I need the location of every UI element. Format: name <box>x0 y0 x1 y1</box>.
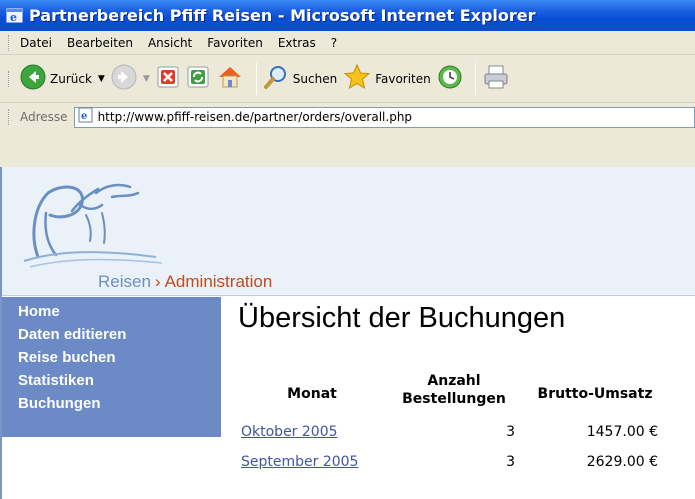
pfiff-logo <box>23 183 163 268</box>
search-icon <box>263 64 289 94</box>
nav-item-daten-editieren[interactable]: Daten editieren <box>2 324 221 347</box>
menu-favoriten[interactable]: Favoriten <box>207 36 263 50</box>
toolbar-separator <box>255 62 257 95</box>
print-button[interactable] <box>482 61 510 97</box>
refresh-button[interactable] <box>186 61 210 97</box>
menu-bearbeiten[interactable]: Bearbeiten <box>67 36 133 50</box>
brand-breadcrumb: Reisen › Administration <box>98 272 272 292</box>
page-content: Reisen › Administration Home Daten editier… <box>0 167 695 499</box>
table-row-orders: 3 <box>506 454 515 470</box>
back-label: Zurück <box>50 71 92 86</box>
home-button[interactable] <box>216 61 244 97</box>
menu-extras[interactable]: Extras <box>278 36 316 50</box>
brand-reisen: Reisen <box>98 272 151 291</box>
window-title: Partnerbereich Pfiff Reisen - Microsoft … <box>29 6 536 25</box>
nav-item-home[interactable]: Home <box>2 301 221 324</box>
back-button[interactable]: Zurück ▼ <box>20 61 105 97</box>
address-input[interactable]: e http://www.pfiff-reisen.de/partner/ord… <box>73 106 695 128</box>
forward-button[interactable]: ▼ <box>111 61 150 97</box>
column-header-revenue: Brutto-Umsatz <box>537 386 653 402</box>
address-bar-background <box>0 131 695 167</box>
forward-dropdown-icon[interactable]: ▼ <box>143 74 150 84</box>
table-row-orders: 3 <box>506 424 515 440</box>
toolbar-grip <box>8 70 10 87</box>
back-dropdown-icon[interactable]: ▼ <box>98 74 105 84</box>
table-row-revenue: 1457.00 € <box>586 424 658 440</box>
nav-item-buchungen[interactable]: Buchungen <box>2 393 221 416</box>
toolbar-separator-2 <box>474 62 476 95</box>
history-button[interactable] <box>437 61 463 97</box>
refresh-icon <box>186 65 210 93</box>
column-header-orders-line2: Bestellungen <box>402 391 506 407</box>
table-row-month-link[interactable]: Oktober 2005 <box>241 424 338 440</box>
print-icon <box>482 63 510 95</box>
ie-logo-icon: e <box>6 7 24 25</box>
forward-arrow-icon <box>111 64 137 94</box>
search-button[interactable]: Suchen <box>263 61 337 97</box>
menu-help[interactable]: ? <box>331 36 337 50</box>
brand-administration[interactable]: Administration <box>165 272 273 291</box>
nav-item-reise-buchen[interactable]: Reise buchen <box>2 347 221 370</box>
menu-ansicht[interactable]: Ansicht <box>148 36 192 50</box>
menu-bar: Datei Bearbeiten Ansicht Favoriten Extra… <box>0 31 695 55</box>
menu-datei[interactable]: Datei <box>20 36 52 50</box>
svg-text:e: e <box>81 111 87 122</box>
address-label: Adresse <box>20 110 68 124</box>
sidebar-nav: Home Daten editieren Reise buchen Statis… <box>2 297 221 437</box>
browser-window: e Partnerbereich Pfiff Reisen - Microsof… <box>0 0 695 499</box>
favorites-star-icon <box>343 63 371 95</box>
table-row-revenue: 2629.00 € <box>586 454 658 470</box>
chevron-right-icon: › <box>154 272 161 291</box>
address-url: http://www.pfiff-reisen.de/partner/order… <box>97 110 413 124</box>
menu-grip <box>8 34 10 51</box>
nav-item-statistiken[interactable]: Statistiken <box>2 370 221 393</box>
site-header: Reisen › Administration <box>2 167 695 296</box>
toolbar: Zurück ▼ ▼ Suchen Favoriten <box>0 55 695 103</box>
column-header-orders-line1: Anzahl <box>427 373 481 389</box>
favorites-button[interactable]: Favoriten <box>343 61 431 97</box>
address-bar: Adresse e http://www.pfiff-reisen.de/par… <box>0 103 695 167</box>
column-header-month: Monat <box>287 386 337 402</box>
page-icon: e <box>78 107 94 127</box>
table-row-month-link[interactable]: September 2005 <box>241 454 358 470</box>
home-icon <box>216 63 244 95</box>
history-icon <box>437 64 463 94</box>
page-title: Übersicht der Buchungen <box>238 302 566 334</box>
svg-text:e: e <box>10 11 17 24</box>
favorites-label: Favoriten <box>375 71 431 86</box>
title-bar: e Partnerbereich Pfiff Reisen - Microsof… <box>0 0 695 31</box>
stop-icon <box>156 65 180 93</box>
back-arrow-icon <box>20 64 46 94</box>
search-label: Suchen <box>292 71 338 86</box>
stop-button[interactable] <box>156 61 180 97</box>
address-grip <box>8 109 10 125</box>
